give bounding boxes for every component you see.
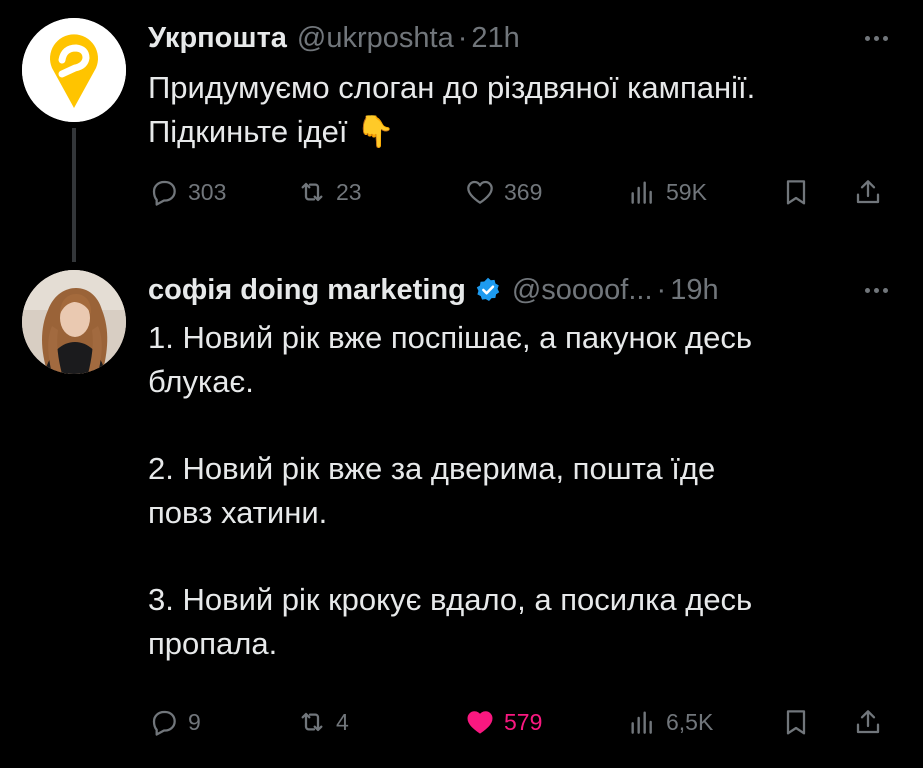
tweet-text-line: 3. Новий рік крокує вдало, а посилка дес… [148, 582, 753, 617]
avatar[interactable] [22, 270, 126, 374]
retweet-icon [301, 182, 323, 202]
views-count: 6,5K [666, 708, 714, 735]
bookmark-button[interactable] [780, 172, 812, 212]
like-button[interactable]: 369 [464, 172, 542, 212]
views-button[interactable]: 6,5K [626, 702, 713, 742]
views-icon [631, 711, 652, 734]
views-count: 59K [666, 178, 707, 205]
reply-button[interactable]: 9 [148, 702, 201, 742]
handle[interactable]: @soooof... [512, 274, 653, 307]
retweet-count: 23 [336, 178, 362, 205]
reply-count: 9 [188, 708, 201, 735]
ukrposhta-logo-icon [22, 18, 126, 122]
tweet-text-line: Придумуємо слоган до різдвяної кампанії. [148, 70, 756, 105]
bookmark-button[interactable] [780, 702, 812, 742]
bookmark-icon [786, 710, 806, 735]
tweet-text: 1. Новий рік вже поспішає, а пакунок дес… [148, 316, 888, 666]
tweet-text-line: повз хатини. [148, 495, 328, 530]
action-bar: 303 23 369 59K [148, 172, 898, 212]
tweet-header: софія doing marketing @soooof... · 19h [148, 268, 893, 312]
reply-icon [152, 180, 176, 206]
display-name[interactable]: софія doing marketing [148, 274, 466, 307]
display-name[interactable]: Укрпошта [148, 22, 287, 55]
timestamp[interactable]: 21h [471, 22, 519, 55]
tweet[interactable]: софія doing marketing @soooof... · 19h 1… [0, 262, 923, 768]
bookmark-icon [786, 180, 806, 205]
share-icon [856, 710, 880, 734]
tweet-text-line: 2. Новий рік вже за дверима, пошта їде [148, 451, 716, 486]
reply-icon [152, 710, 176, 736]
tweet-text-line: 1. Новий рік вже поспішає, а пакунок дес… [148, 320, 752, 355]
tweet[interactable]: Укрпошта @ukrposhta · 21h Придумуємо сло… [0, 0, 923, 262]
like-icon [467, 711, 493, 734]
handle[interactable]: @ukrposhta [297, 22, 454, 55]
views-button[interactable]: 59K [626, 172, 707, 212]
tweet-text-line: пропала. [148, 626, 278, 661]
share-button[interactable] [852, 172, 884, 212]
retweet-button[interactable]: 23 [296, 172, 362, 212]
like-button[interactable]: 579 [464, 702, 542, 742]
more-icon[interactable] [859, 268, 893, 312]
like-icon [467, 180, 493, 204]
share-icon [856, 180, 880, 204]
profile-photo-icon [22, 270, 126, 374]
like-count: 369 [504, 178, 543, 205]
tweet-text-line: блукає. [148, 364, 254, 399]
retweet-icon [301, 712, 323, 732]
separator-dot: · [457, 21, 468, 54]
retweet-button[interactable]: 4 [296, 702, 349, 742]
thread-connector [72, 128, 76, 262]
avatar[interactable] [22, 18, 126, 122]
tweet-text-line: Підкиньте ідеї 👇 [148, 114, 395, 149]
verified-badge-icon [476, 277, 500, 301]
retweet-count: 4 [336, 708, 349, 735]
tweet-text: Придумуємо слоган до різдвяної кампанії.… [148, 66, 888, 154]
like-count: 579 [504, 708, 543, 735]
reply-count: 303 [188, 178, 227, 205]
reply-button[interactable]: 303 [148, 172, 226, 212]
more-icon[interactable] [859, 16, 893, 60]
views-icon [631, 181, 652, 204]
tweet-header: Укрпошта @ukrposhta · 21h [148, 16, 893, 60]
share-button[interactable] [852, 702, 884, 742]
action-bar: 9 4 579 6,5K [148, 702, 898, 742]
timestamp[interactable]: 19h [670, 274, 718, 307]
separator-dot: · [656, 273, 667, 306]
